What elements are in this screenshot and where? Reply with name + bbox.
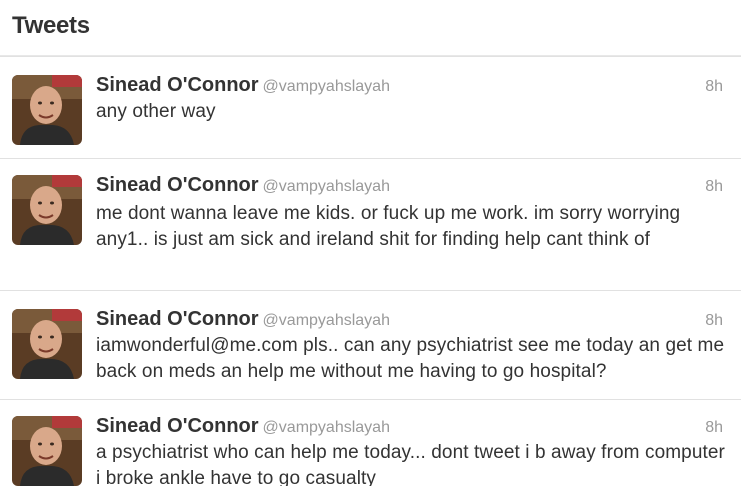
tweet-item[interactable]: Sinead O'Connor @vampyahslayah 8h a psych… (0, 399, 741, 486)
tweet-timestamp[interactable]: 8h (705, 416, 723, 440)
tweet-item[interactable]: Sinead O'Connor @vampyahslayah 8h me dont… (0, 158, 741, 290)
tweet-text: me dont wanna leave me kids. or fuck up … (96, 203, 681, 250)
author-handle[interactable]: @vampyahslayah (263, 178, 390, 195)
author-name[interactable]: Sinead O'Connor (96, 308, 259, 330)
author-handle[interactable]: @vampyahslayah (263, 419, 390, 436)
author-handle[interactable]: @vampyahslayah (263, 78, 390, 95)
author-name[interactable]: Sinead O'Connor (96, 174, 259, 196)
tweet-timestamp[interactable]: 8h (705, 175, 723, 199)
tweet-text: any other way (96, 101, 216, 122)
tweet-meta: Sinead O'Connor @vampyahslayah (96, 173, 390, 197)
tweet-meta: Sinead O'Connor @vampyahslayah (96, 307, 390, 331)
tweet-item[interactable]: Sinead O'Connor @vampyahslayah 8h any oth… (0, 56, 741, 158)
tweet-timestamp[interactable]: 8h (705, 75, 723, 99)
tweet-meta: Sinead O'Connor @vampyahslayah (96, 73, 390, 97)
tweet-meta: Sinead O'Connor @vampyahslayah (96, 414, 390, 438)
tweet-text: a psychiatrist who can help me today... … (96, 442, 725, 486)
tweet-timestamp[interactable]: 8h (705, 309, 723, 333)
author-name[interactable]: Sinead O'Connor (96, 74, 259, 96)
avatar[interactable] (12, 75, 82, 145)
avatar[interactable] (12, 309, 82, 379)
avatar[interactable] (12, 416, 82, 486)
tweet-text: iamwonderful@me.com pls.. can any psychi… (96, 335, 725, 382)
avatar[interactable] (12, 175, 82, 245)
tweets-header: Tweets (0, 0, 741, 56)
author-name[interactable]: Sinead O'Connor (96, 415, 259, 437)
tweet-item[interactable]: Sinead O'Connor @vampyahslayah 8h iamwond… (0, 290, 741, 396)
page-title: Tweets (12, 12, 90, 39)
author-handle[interactable]: @vampyahslayah (263, 312, 390, 329)
